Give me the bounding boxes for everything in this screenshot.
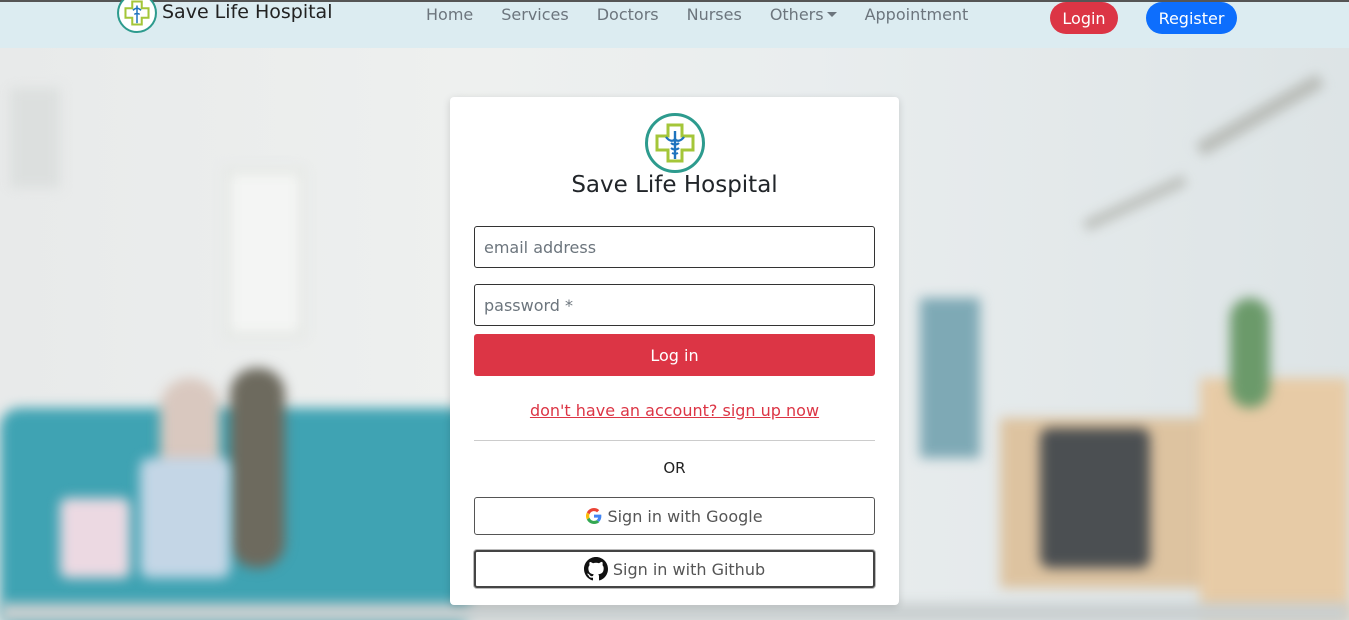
bag — [140, 458, 230, 578]
divider — [474, 440, 875, 441]
person-right — [230, 368, 285, 568]
brand-name: Save Life Hospital — [162, 1, 333, 23]
nav-login-button[interactable]: Login — [1050, 2, 1118, 34]
signup-link[interactable]: don't have an account? sign up now — [450, 401, 899, 420]
nav-nurses[interactable]: Nurses — [673, 5, 756, 25]
login-button[interactable]: Log in — [474, 334, 875, 376]
pillow — [60, 498, 130, 578]
card-title: Save Life Hospital — [571, 172, 778, 198]
nav-others-label: Others — [769, 5, 824, 24]
reception-desk-right — [1200, 378, 1349, 620]
plant — [1230, 298, 1270, 408]
ceiling-light-2 — [1083, 175, 1187, 231]
google-button-label: Sign in with Google — [607, 506, 763, 526]
brand[interactable]: Save Life Hospital — [116, 0, 332, 34]
nav-links: Home Services Doctors Nurses Others Appo… — [412, 5, 982, 25]
floor-strip — [0, 603, 1349, 620]
nav-services[interactable]: Services — [487, 5, 582, 25]
nav-register-button[interactable]: Register — [1146, 2, 1237, 34]
password-input[interactable] — [474, 284, 875, 326]
google-signin-button[interactable]: Sign in with Google — [474, 497, 875, 535]
top-navbar: Save Life Hospital Home Services Doctors… — [0, 0, 1349, 48]
github-signin-button[interactable]: Sign in with Github — [474, 550, 875, 588]
wall-frame — [225, 168, 305, 338]
login-card: Save Life Hospital Log in don't have an … — [450, 97, 899, 605]
or-separator: OR — [663, 459, 686, 477]
nav-appointment[interactable]: Appointment — [851, 5, 983, 25]
wall-fixture — [10, 88, 60, 188]
hospital-logo-icon — [117, 0, 157, 33]
office-chair — [1040, 428, 1150, 568]
email-input[interactable] — [474, 226, 875, 268]
caret-down-icon — [826, 12, 837, 17]
nav-home[interactable]: Home — [412, 5, 487, 25]
nav-doctors[interactable]: Doctors — [583, 5, 673, 25]
github-icon — [583, 557, 608, 581]
corridor-door — [920, 298, 980, 458]
hospital-logo-icon — [645, 113, 705, 173]
github-button-label: Sign in with Github — [612, 559, 766, 579]
google-icon — [586, 508, 602, 524]
ceiling-light — [1195, 73, 1325, 157]
nav-others-dropdown[interactable]: Others — [756, 5, 851, 25]
